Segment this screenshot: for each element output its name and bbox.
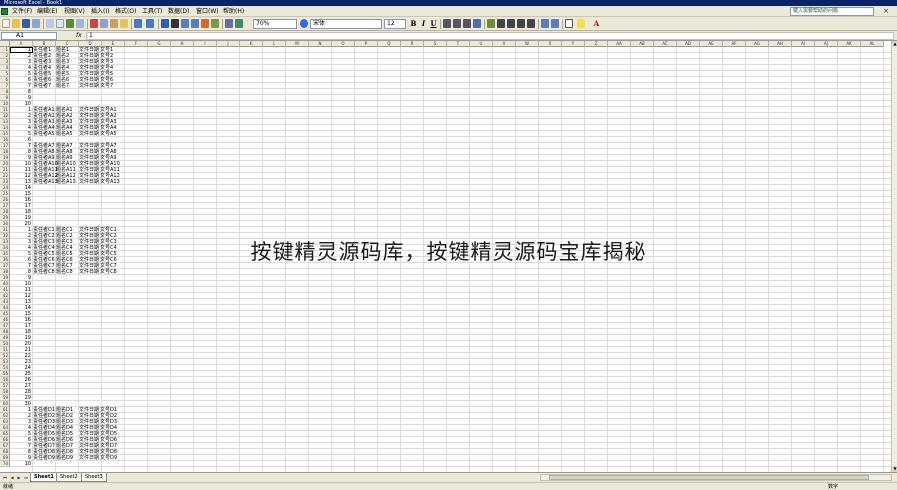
toolbar: 70% 宋体 12 B I U A bbox=[0, 17, 897, 31]
menu-bar: 文件(F) 编辑(E) 视图(V) 插入(I) 格式(O) 工具(T) 数据(D) 窗口(W)… bbox=[0, 6, 897, 17]
worksheet-grid[interactable]: A B C D E F G H I J K L M N O P Q R S T U V W X Y Z AA AB AC AD AE AF AG… bbox=[0, 41, 891, 472]
menu-item[interactable]: 视图(V) bbox=[62, 7, 87, 16]
help-icon[interactable] bbox=[300, 19, 308, 28]
name-box[interactable]: A1 bbox=[1, 32, 57, 40]
decrease-decimal-icon[interactable] bbox=[527, 19, 535, 28]
cut-icon[interactable] bbox=[90, 19, 98, 28]
new-icon[interactable] bbox=[2, 19, 10, 28]
status-ready: 就绪 bbox=[3, 484, 14, 490]
undo-icon[interactable] bbox=[134, 19, 142, 28]
menu-item[interactable]: 文件(F) bbox=[10, 7, 34, 16]
toolbar-separator bbox=[484, 19, 485, 29]
percent-icon[interactable] bbox=[497, 19, 505, 28]
align-left-icon[interactable] bbox=[443, 19, 451, 28]
comma-style-icon[interactable] bbox=[507, 19, 515, 28]
redo-icon[interactable] bbox=[146, 19, 154, 28]
excel-logo-icon bbox=[1, 8, 8, 15]
zoom-select[interactable]: 70% bbox=[253, 19, 297, 29]
currency-icon[interactable] bbox=[487, 19, 495, 28]
paste-icon[interactable] bbox=[110, 19, 118, 28]
underline-button[interactable]: U bbox=[429, 19, 438, 29]
copy-icon[interactable] bbox=[100, 19, 108, 28]
sort-descending-icon[interactable] bbox=[191, 19, 199, 28]
drawing-icon[interactable] bbox=[211, 19, 219, 28]
toolbar-separator bbox=[562, 19, 563, 29]
fx-icon[interactable]: fx bbox=[76, 31, 82, 41]
last-sheet-icon[interactable]: ⏭ bbox=[23, 474, 29, 482]
borders-icon[interactable] bbox=[565, 19, 573, 28]
increase-indent-icon[interactable] bbox=[551, 19, 559, 28]
next-sheet-icon[interactable]: ▶ bbox=[16, 474, 22, 482]
spelling-icon[interactable] bbox=[66, 19, 74, 28]
toolbar-separator bbox=[538, 19, 539, 29]
cell[interactable]: 10 bbox=[10, 461, 32, 467]
sort-ascending-icon[interactable] bbox=[181, 19, 189, 28]
toolbar-separator bbox=[440, 19, 441, 29]
table-row: 10 bbox=[10, 461, 130, 467]
status-bar: 就绪 数字 bbox=[0, 482, 897, 490]
status-num: 数字 bbox=[828, 484, 839, 490]
toolbar-separator bbox=[43, 19, 44, 29]
menu-item[interactable]: 工具(T) bbox=[140, 7, 164, 16]
menu-item[interactable]: 插入(I) bbox=[89, 7, 111, 16]
toolbar-separator bbox=[222, 19, 223, 29]
toolbar-separator bbox=[131, 19, 132, 29]
menu-item[interactable]: 编辑(E) bbox=[35, 7, 59, 16]
align-center-icon[interactable] bbox=[453, 19, 461, 28]
save-icon[interactable] bbox=[22, 19, 30, 28]
print-preview-icon[interactable] bbox=[56, 19, 64, 28]
horizontal-scrollbar[interactable] bbox=[540, 474, 892, 481]
bold-button[interactable]: B bbox=[409, 19, 418, 29]
sheet-tab-bar: ⏮ ◀ ▶ ⏭ Sheet1 Sheet2 Sheet3 bbox=[0, 472, 897, 482]
menu-item[interactable]: 格式(O) bbox=[113, 7, 138, 16]
print-icon[interactable] bbox=[46, 19, 54, 28]
open-icon[interactable] bbox=[12, 19, 20, 28]
data-icon[interactable] bbox=[235, 19, 243, 28]
horizontal-scroll-thumb[interactable] bbox=[549, 475, 869, 480]
hyperlink-icon[interactable] bbox=[161, 19, 169, 28]
format-painter-icon[interactable] bbox=[120, 19, 128, 28]
scroll-up-icon[interactable]: ▲ bbox=[892, 41, 897, 47]
row-header[interactable]: 70 bbox=[0, 461, 10, 467]
menu-item[interactable]: 窗口(W) bbox=[194, 7, 221, 16]
menu-item[interactable]: 数据(D) bbox=[166, 7, 191, 16]
first-sheet-icon[interactable]: ⏮ bbox=[2, 474, 8, 482]
close-icon[interactable]: × bbox=[878, 6, 894, 17]
show-formulas-icon[interactable] bbox=[225, 19, 233, 28]
formula-bar: A1 fx 1 bbox=[0, 31, 897, 41]
tab-sheet2[interactable]: Sheet2 bbox=[56, 473, 82, 482]
tab-sheet1[interactable]: Sheet1 bbox=[30, 473, 58, 482]
menu-item[interactable]: 帮助(H) bbox=[221, 7, 246, 16]
tab-sheet3[interactable]: Sheet3 bbox=[81, 473, 107, 482]
merge-center-icon[interactable] bbox=[473, 19, 481, 28]
cell-area[interactable]: 1 责任者1 题名1 文件日期 文号1 2 责任者2 题名2 文件日期 文号2 3 责任者3 题名3 文件… bbox=[10, 47, 891, 472]
autosum-icon[interactable] bbox=[171, 19, 179, 28]
font-size-select[interactable]: 12 bbox=[384, 19, 406, 29]
fill-color-icon[interactable] bbox=[577, 19, 585, 28]
toolbar-separator bbox=[158, 19, 159, 29]
font-color-button[interactable]: A bbox=[592, 19, 601, 29]
chart-wizard-icon[interactable] bbox=[201, 19, 209, 28]
research-icon[interactable] bbox=[76, 19, 84, 28]
permission-icon[interactable] bbox=[32, 19, 40, 28]
prev-sheet-icon[interactable]: ◀ bbox=[9, 474, 15, 482]
font-name-select[interactable]: 宋体 bbox=[310, 19, 382, 29]
increase-decimal-icon[interactable] bbox=[517, 19, 525, 28]
toolbar-separator bbox=[87, 19, 88, 29]
align-right-icon[interactable] bbox=[463, 19, 471, 28]
active-cell-a1[interactable] bbox=[10, 47, 33, 53]
help-search-input[interactable]: 键入需要帮助的问题 bbox=[790, 7, 874, 16]
vertical-scrollbar[interactable]: ▲ ▼ bbox=[891, 41, 897, 472]
decrease-indent-icon[interactable] bbox=[541, 19, 549, 28]
italic-button[interactable]: I bbox=[419, 19, 428, 29]
formula-input[interactable]: 1 bbox=[86, 32, 894, 40]
